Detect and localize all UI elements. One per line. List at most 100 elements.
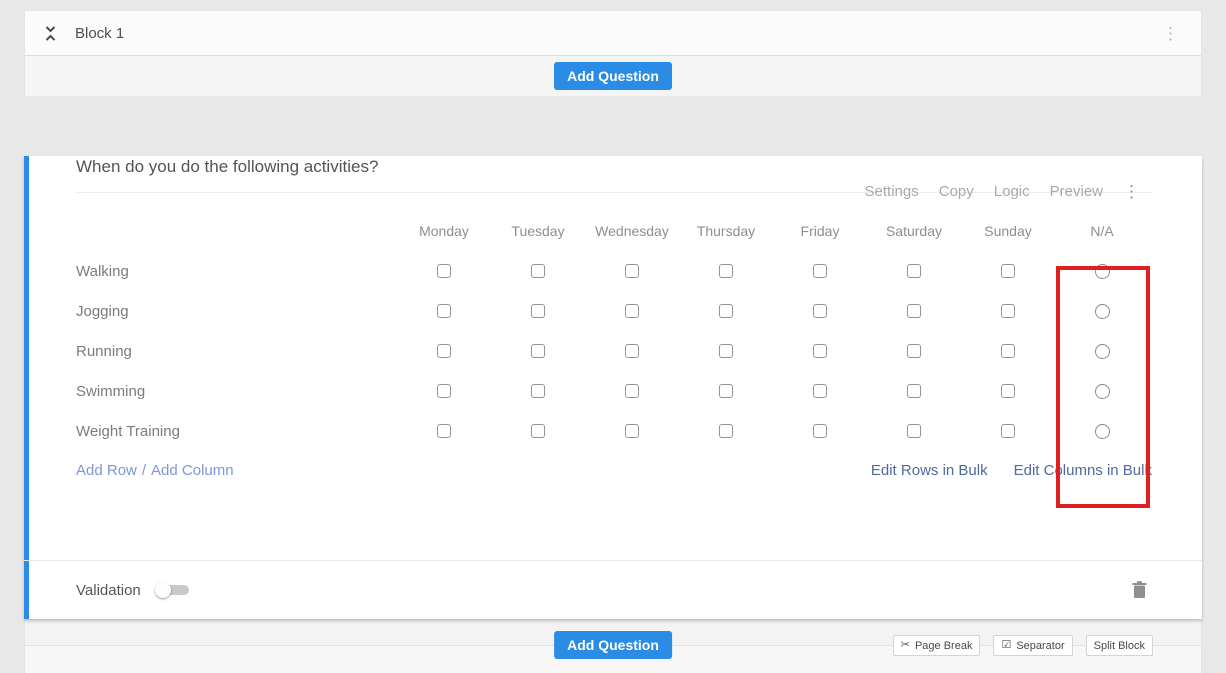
separator-button[interactable]: ☑ Separator <box>993 635 1072 656</box>
matrix-cell <box>585 264 679 278</box>
matrix-cell <box>773 344 867 358</box>
add-column-link[interactable]: Add Column <box>151 462 234 479</box>
checkbox-running-monday[interactable] <box>437 344 451 358</box>
checkbox-jogging-thursday[interactable] <box>719 304 733 318</box>
split-block-button[interactable]: Split Block <box>1086 635 1153 656</box>
column-header-n-a[interactable]: N/A <box>1090 223 1113 239</box>
checkbox-walking-saturday[interactable] <box>907 264 921 278</box>
checkbox-weight-training-friday[interactable] <box>813 424 827 438</box>
column-header-friday[interactable]: Friday <box>801 223 840 239</box>
survey-block: Block 1 ⋮ Add Question Settings Copy Logic… <box>24 10 1202 614</box>
checkbox-jogging-monday[interactable] <box>437 304 451 318</box>
block-header: Block 1 ⋮ <box>24 10 1202 56</box>
checkbox-weight-training-sunday[interactable] <box>1001 424 1015 438</box>
checkbox-walking-tuesday[interactable] <box>531 264 545 278</box>
checkbox-running-thursday[interactable] <box>719 344 733 358</box>
checkbox-jogging-wednesday[interactable] <box>625 304 639 318</box>
matrix-cell <box>397 264 491 278</box>
add-row-link[interactable]: Add Row <box>76 462 137 479</box>
validation-label: Validation <box>76 582 141 599</box>
toolbar-settings[interactable]: Settings <box>865 183 919 200</box>
column-header-sunday[interactable]: Sunday <box>984 223 1031 239</box>
column-header-thursday[interactable]: Thursday <box>697 223 755 239</box>
checkbox-running-wednesday[interactable] <box>625 344 639 358</box>
checkbox-weight-training-wednesday[interactable] <box>625 424 639 438</box>
block-footer-buttons: ✂ Page Break ☑ Separator Split Block <box>893 635 1153 656</box>
checkbox-walking-wednesday[interactable] <box>625 264 639 278</box>
checkbox-swimming-friday[interactable] <box>813 384 827 398</box>
matrix-cell <box>1055 424 1149 439</box>
column-header-wednesday[interactable]: Wednesday <box>595 223 669 239</box>
checkbox-running-saturday[interactable] <box>907 344 921 358</box>
toolbar-copy[interactable]: Copy <box>939 183 974 200</box>
row-label-weight-training[interactable]: Weight Training <box>76 423 397 440</box>
checkbox-swimming-saturday[interactable] <box>907 384 921 398</box>
edit-columns-in-bulk-link[interactable]: Edit Columns in Bulk <box>1014 462 1152 479</box>
checkbox-walking-monday[interactable] <box>437 264 451 278</box>
checkbox-swimming-thursday[interactable] <box>719 384 733 398</box>
matrix-header-row: Monday Tuesday Wednesday Thursday Friday Satu… <box>76 211 1202 251</box>
checkbox-walking-sunday[interactable] <box>1001 264 1015 278</box>
checkbox-jogging-tuesday[interactable] <box>531 304 545 318</box>
matrix-cell <box>585 424 679 438</box>
row-label-jogging[interactable]: Jogging <box>76 303 397 320</box>
checkbox-swimming-monday[interactable] <box>437 384 451 398</box>
delete-question-trash-icon[interactable] <box>1132 581 1147 599</box>
row-label-walking[interactable]: Walking <box>76 263 397 280</box>
column-header-cell: Monday <box>397 223 491 239</box>
checkbox-walking-thursday[interactable] <box>719 264 733 278</box>
checkbox-running-sunday[interactable] <box>1001 344 1015 358</box>
row-label-running[interactable]: Running <box>76 343 397 360</box>
toolbar-logic[interactable]: Logic <box>994 183 1030 200</box>
checkbox-swimming-sunday[interactable] <box>1001 384 1015 398</box>
radio-running-n-a[interactable] <box>1095 344 1110 359</box>
radio-jogging-n-a[interactable] <box>1095 304 1110 319</box>
column-header-cell: Saturday <box>867 223 961 239</box>
checkbox-jogging-sunday[interactable] <box>1001 304 1015 318</box>
add-question-button-bottom[interactable]: Add Question <box>554 631 672 659</box>
column-header-tuesday[interactable]: Tuesday <box>511 223 564 239</box>
radio-weight-training-n-a[interactable] <box>1095 424 1110 439</box>
matrix-cell <box>491 424 585 438</box>
row-label-swimming[interactable]: Swimming <box>76 383 397 400</box>
matrix-cell <box>679 304 773 318</box>
toolbar-preview[interactable]: Preview <box>1050 183 1103 200</box>
matrix-cell <box>961 424 1055 438</box>
checkbox-swimming-tuesday[interactable] <box>531 384 545 398</box>
radio-walking-n-a[interactable] <box>1095 264 1110 279</box>
block-options-kebab-icon[interactable]: ⋮ <box>1162 25 1179 42</box>
checkbox-weight-training-thursday[interactable] <box>719 424 733 438</box>
checkbox-jogging-friday[interactable] <box>813 304 827 318</box>
checkbox-weight-training-saturday[interactable] <box>907 424 921 438</box>
column-header-cell: Thursday <box>679 223 773 239</box>
block-title[interactable]: Block 1 <box>75 25 124 42</box>
column-header-cell: Friday <box>773 223 867 239</box>
radio-swimming-n-a[interactable] <box>1095 384 1110 399</box>
question-options-kebab-icon[interactable]: ⋮ <box>1123 183 1140 200</box>
checkbox-walking-friday[interactable] <box>813 264 827 278</box>
checkbox-weight-training-monday[interactable] <box>437 424 451 438</box>
add-question-button-top[interactable]: Add Question <box>554 62 672 90</box>
page-break-button[interactable]: ✂ Page Break <box>893 635 981 656</box>
validation-toggle[interactable] <box>155 582 189 598</box>
column-header-cell: Wednesday <box>585 223 679 239</box>
column-header-cell: Sunday <box>961 223 1055 239</box>
validation-bar: Validation <box>24 560 1202 619</box>
question-card: SettingsCopyLogicPreview ⋮ When do you d… <box>24 156 1202 619</box>
matrix-cell <box>961 264 1055 278</box>
column-header-monday[interactable]: Monday <box>419 223 469 239</box>
matrix-cell <box>961 344 1055 358</box>
checkbox-weight-training-tuesday[interactable] <box>531 424 545 438</box>
checkbox-running-tuesday[interactable] <box>531 344 545 358</box>
matrix-cell <box>961 384 1055 398</box>
bottom-band: Add Question ✂ Page Break ☑ Separator Sp… <box>24 619 1202 673</box>
column-header-saturday[interactable]: Saturday <box>886 223 942 239</box>
matrix-cell <box>585 344 679 358</box>
toggle-knob <box>155 582 171 598</box>
checkbox-running-friday[interactable] <box>813 344 827 358</box>
checkbox-swimming-wednesday[interactable] <box>625 384 639 398</box>
collapse-block-icon[interactable] <box>44 24 58 42</box>
checkbox-jogging-saturday[interactable] <box>907 304 921 318</box>
edit-rows-in-bulk-link[interactable]: Edit Rows in Bulk <box>871 462 988 479</box>
matrix-cell <box>1055 304 1149 319</box>
